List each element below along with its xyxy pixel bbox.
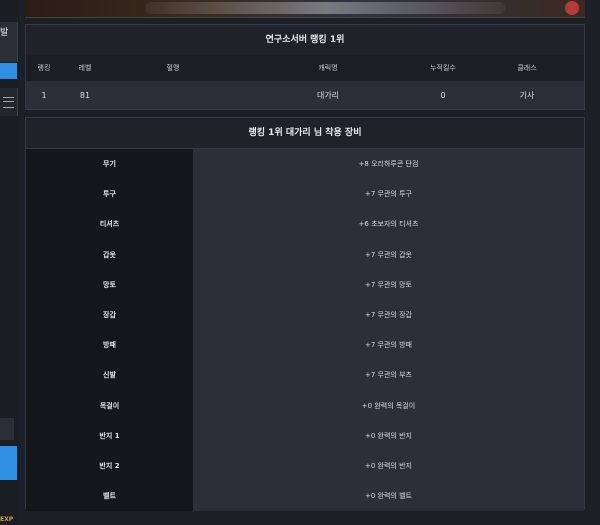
ranking-card: 연구소서버 랭킹 1위 랭킹 레벨 혈맹 캐릭명 누적킬수 클래스 1 81 대… (25, 24, 585, 110)
equipment-list: 무기 +8 오리하루콘 단검 투구 +7 무관의 투구 티셔츠 +6 초보자의 … (26, 149, 584, 512)
equipment-row: 목걸이 +0 완력의 목걸이 (26, 390, 584, 421)
sidebar-action-button[interactable] (0, 446, 17, 480)
equipment-slot-label: 갑옷 (26, 239, 193, 270)
equipment-item-name: +0 완력의 목걸이 (193, 390, 584, 421)
equipment-item-name: +0 완력의 반지 (193, 420, 584, 451)
equipment-slot-label: 방패 (26, 330, 193, 361)
equipment-item-name: +7 무관의 망토 (193, 269, 584, 300)
equipment-row: 반지 1 +0 완력의 반지 (26, 420, 584, 451)
col-kills-header: 누적킬수 (430, 64, 456, 72)
col-clan-header: 혈맹 (166, 64, 180, 72)
equipment-item-name: +7 무관의 갑옷 (193, 239, 584, 270)
equipment-slot-label: 반지 1 (26, 420, 193, 451)
class-value: 기사 (519, 90, 535, 100)
equipment-card-title: 랭킹 1위 대가리 님 착용 장비 (26, 118, 584, 149)
character-value: 대가리 (316, 90, 340, 100)
col-character-header: 캐릭명 (318, 64, 338, 72)
equipment-slot-label: 신발 (26, 360, 193, 391)
equipment-item-name: +8 오리하루콘 단검 (193, 149, 584, 180)
equipment-row: 티셔츠 +6 초보자의 티셔츠 (26, 209, 584, 240)
kills-value: 0 (440, 90, 446, 100)
level-value: 81 (79, 90, 91, 100)
table-row[interactable]: 1 81 대가리 0 기사 (26, 81, 584, 109)
equipment-slot-label: 투구 (26, 179, 193, 210)
equipment-slot-label: 티셔츠 (26, 209, 193, 240)
equipment-slot-label: 목걸이 (26, 390, 193, 421)
equipment-row: 갑옷 +7 무관의 갑옷 (26, 239, 584, 270)
equipment-row: 벨트 +0 완력의 벨트 (26, 481, 584, 512)
sidebar-panel[interactable]: 발 (0, 22, 18, 62)
equipment-item-name: +7 무관의 투구 (193, 179, 584, 210)
sidebar-input[interactable] (0, 418, 14, 440)
equipment-row: 무기 +8 오리하루콘 단검 (26, 149, 584, 180)
equipment-row: 망토 +7 무관의 망토 (26, 269, 584, 300)
sidebar-menu-button[interactable] (0, 88, 18, 116)
clan-value (108, 81, 238, 109)
ranking-card-title: 연구소서버 랭킹 1위 (26, 25, 584, 56)
equipment-card: 랭킹 1위 대가리 님 착용 장비 무기 +8 오리하루콘 단검 투구 +7 무… (25, 117, 585, 512)
equipment-row: 반지 2 +0 완력의 반지 (26, 450, 584, 482)
equipment-item-name: +0 완력의 반지 (193, 450, 584, 482)
equipment-item-name: +7 무관의 부츠 (193, 360, 584, 391)
rank-value: 1 (41, 90, 47, 100)
equipment-row: 방패 +7 무관의 방패 (26, 330, 584, 361)
equipment-row: 장갑 +7 무관의 장갑 (26, 299, 584, 331)
top-banner-image[interactable] (25, 0, 585, 18)
equipment-slot-label: 장갑 (26, 299, 193, 331)
hamburger-menu-icon (3, 97, 14, 108)
equipment-slot-label: 무기 (26, 149, 193, 180)
equipment-slot-label: 망토 (26, 269, 193, 300)
equipment-item-name: +0 완력의 벨트 (193, 481, 584, 512)
sidebar: 발 EXP (0, 0, 19, 525)
sidebar-blue-button[interactable] (0, 63, 17, 79)
equipment-item-name: +7 무관의 장갑 (193, 299, 584, 331)
equipment-slot-label: 반지 2 (26, 450, 193, 482)
banner-badge-icon (565, 1, 579, 15)
equipment-row: 투구 +7 무관의 투구 (26, 179, 584, 210)
equipment-item-name: +6 초보자의 티셔츠 (193, 209, 584, 240)
ranking-table-header: 랭킹 레벨 혈맹 캐릭명 누적킬수 클래스 (26, 55, 584, 81)
col-level-header: 레벨 (78, 64, 92, 72)
col-rank-header: 랭킹 (37, 64, 51, 72)
sidebar-panel-label: 발 (0, 28, 9, 38)
equipment-slot-label: 벨트 (26, 481, 193, 512)
banner-text-glow (145, 2, 505, 14)
col-class-header: 클래스 (517, 64, 537, 72)
equipment-row: 신발 +7 무관의 부츠 (26, 360, 584, 391)
exp-label: EXP (0, 516, 14, 523)
equipment-item-name: +7 무관의 방패 (193, 330, 584, 361)
